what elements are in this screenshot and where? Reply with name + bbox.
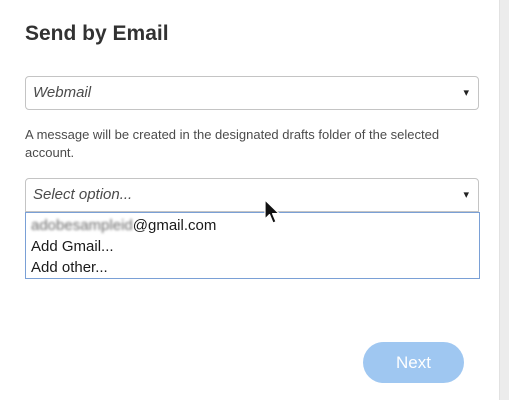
drafts-hint-text: A message will be created in the designa… <box>25 127 440 160</box>
email-account-options-list: adobesampleid@gmail.com Add Gmail... Add… <box>25 212 480 279</box>
account-domain: @gmail.com <box>132 217 217 234</box>
page-title: Send by Email <box>25 22 169 45</box>
blurred-account-username: adobesampleid <box>31 217 133 234</box>
option-add-other[interactable]: Add other... <box>31 257 474 278</box>
email-account-placeholder: Select option... <box>33 186 133 203</box>
email-provider-select[interactable]: Webmail ▾ <box>25 76 479 110</box>
email-provider-selected-value: Webmail <box>33 84 92 101</box>
window-edge <box>500 0 509 400</box>
next-button[interactable]: Next <box>363 342 464 383</box>
mouse-cursor-icon <box>264 199 280 224</box>
email-account-select[interactable]: Select option... ▾ <box>25 178 479 212</box>
option-add-gmail[interactable]: Add Gmail... <box>31 236 474 257</box>
chevron-down-icon: ▾ <box>463 189 469 201</box>
option-existing-gmail-account[interactable]: adobesampleid@gmail.com <box>31 215 474 236</box>
send-by-email-panel: Send by Email Webmail ▾ A message will b… <box>0 0 500 400</box>
chevron-down-icon: ▾ <box>463 87 469 99</box>
